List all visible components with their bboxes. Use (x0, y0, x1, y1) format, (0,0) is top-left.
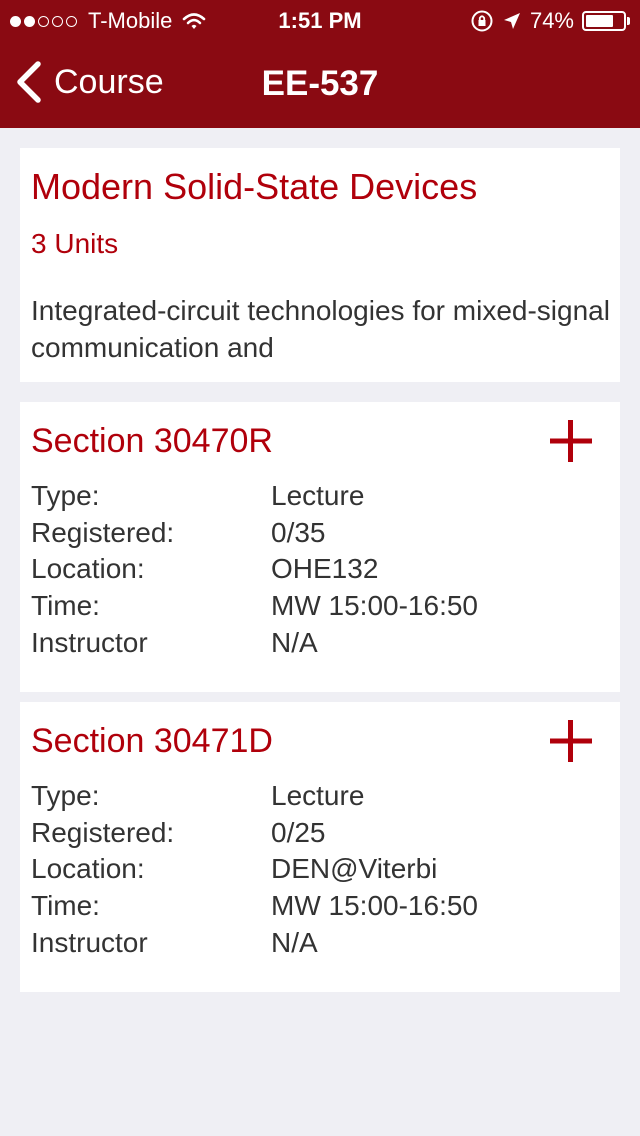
course-info-card: Modern Solid-State Devices 3 Units Integ… (20, 148, 620, 382)
detail-row-time: Time: MW 15:00-16:50 (31, 588, 478, 625)
battery-percent: 74% (529, 8, 574, 33)
detail-row-type: Type: Lecture (31, 478, 478, 515)
section-card: Section 30471D Type: Lecture Registered:… (20, 702, 620, 992)
detail-value: OHE132 (271, 553, 379, 585)
detail-value: MW 15:00-16:50 (271, 890, 478, 922)
page-title: EE-537 (261, 64, 379, 103)
navigation-bar: Course EE-537 (0, 40, 640, 128)
detail-value: N/A (271, 926, 318, 958)
detail-value: 0/25 (271, 816, 326, 848)
location-arrow-icon (503, 13, 520, 29)
detail-value: MW 15:00-16:50 (271, 590, 478, 622)
detail-label: Registered: (31, 816, 175, 848)
detail-value: N/A (271, 626, 318, 658)
detail-row-location: Location: OHE132 (31, 551, 478, 588)
status-right: 74% (462, 8, 630, 34)
detail-label: Time: (31, 890, 100, 922)
detail-row-location: Location: DEN@Viterbi (31, 851, 478, 888)
detail-row-type: Type: Lecture (31, 778, 478, 815)
section-title: Section 30471D (31, 722, 273, 760)
detail-label: Registered: (31, 516, 175, 548)
detail-row-time: Time: MW 15:00-16:50 (31, 888, 478, 925)
detail-row-registered: Registered: 0/35 (31, 515, 478, 552)
detail-row-instructor: Instructor N/A (31, 625, 478, 662)
top-bar: T-Mobile 1:51 PM 74% Course EE-537 (0, 0, 640, 128)
course-description: Integrated-circuit technologies for mixe… (31, 295, 610, 363)
detail-value: Lecture (271, 780, 365, 811)
section-card: Section 30470R Type: Lecture Registered:… (20, 402, 620, 692)
detail-value: Lecture (271, 480, 365, 511)
detail-row-registered: Registered: 0/25 (31, 815, 478, 852)
detail-label: Instructor (31, 626, 148, 658)
detail-label: Time: (31, 590, 100, 622)
section-title: Section 30470R (31, 422, 273, 460)
battery-icon (582, 11, 630, 31)
detail-label: Location: (31, 553, 145, 585)
detail-label: Location: (31, 853, 145, 885)
course-title: Modern Solid-State Devices (31, 166, 478, 207)
detail-label: Type: (31, 480, 100, 511)
detail-label: Type: (31, 780, 100, 811)
detail-value: 0/35 (271, 516, 326, 548)
course-units: 3 Units (31, 228, 119, 259)
add-section-button[interactable] (550, 420, 592, 462)
status-bar: T-Mobile 1:51 PM 74% (0, 0, 640, 40)
add-section-button[interactable] (550, 720, 592, 762)
rotation-lock-icon (471, 10, 493, 32)
detail-row-instructor: Instructor N/A (31, 925, 478, 962)
detail-label: Instructor (31, 926, 148, 958)
section-details: Type: Lecture Registered: 0/35 Location:… (31, 478, 478, 661)
section-details: Type: Lecture Registered: 0/25 Location:… (31, 778, 478, 961)
detail-value: DEN@Viterbi (271, 853, 438, 885)
